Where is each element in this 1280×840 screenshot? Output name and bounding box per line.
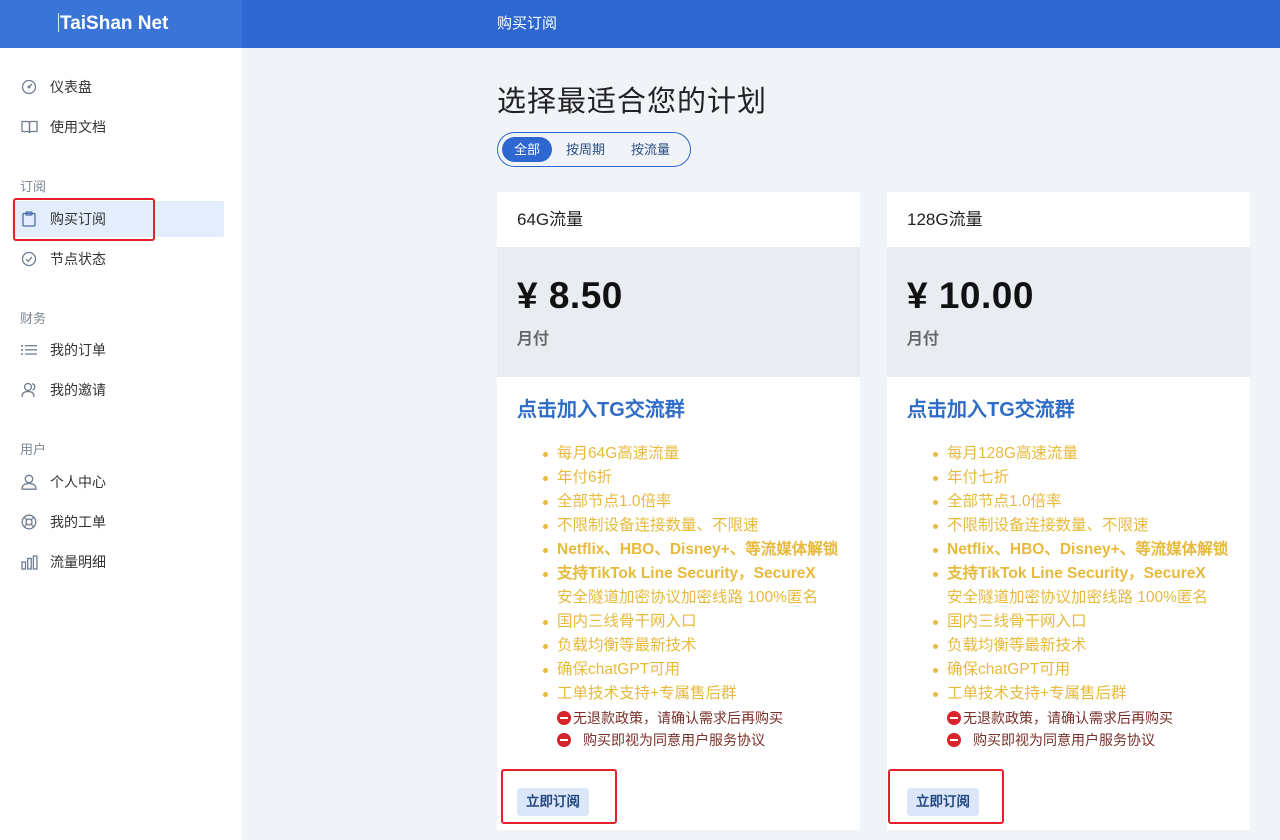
feature-item: 负载均衡等最新技术 xyxy=(543,634,840,658)
notice-list: 无退款政策，请确认需求后再购买 购买即视为同意用户服务协议 xyxy=(517,707,840,751)
nav-group-finance: 财务 xyxy=(20,311,47,326)
plan-price: ¥ 10.00 xyxy=(907,275,1034,316)
users-icon xyxy=(20,381,38,399)
sidebar-item-my-orders[interactable]: 我的订单 xyxy=(12,332,224,368)
nav-group-subscribe: 订阅 xyxy=(20,179,47,194)
feature-list: 每月128G高速流量 年付七折 全部节点1.0倍率 不限制设备连接数量、不限速 … xyxy=(907,442,1230,706)
sidebar-item-label: 节点状态 xyxy=(50,251,106,267)
feature-item: Netflix、HBO、Disney+、等流媒体解锁 xyxy=(933,538,1230,562)
feature-item: 安全隧道加密协议加密线路 100%匿名 xyxy=(557,589,818,606)
notice-text: 无退款政策，请确认需求后再购买 xyxy=(573,710,783,726)
notice-list: 无退款政策，请确认需求后再购买 购买即视为同意用户服务协议 xyxy=(907,707,1230,751)
sidebar-item-label: 仪表盘 xyxy=(50,79,92,95)
notice-text: 无退款政策，请确认需求后再购买 xyxy=(963,710,1173,726)
price-block: ¥ 8.50 月付 xyxy=(497,247,860,377)
brand-name: TaiShan Net xyxy=(60,13,169,34)
nav-group-user: 用户 xyxy=(20,442,47,457)
feature-item: Netflix、HBO、Disney+、等流媒体解锁 xyxy=(543,538,840,562)
sidebar-item-node-status[interactable]: 节点状态 xyxy=(12,241,224,277)
plan-name: 128G流量 xyxy=(907,210,983,229)
feature-list: 每月64G高速流量 年付6折 全部节点1.0倍率 不限制设备连接数量、不限速 N… xyxy=(517,442,840,706)
plan-card-64g: 64G流量 ¥ 8.50 月付 点击加入TG交流群 每月64G高速流量 年付6折… xyxy=(497,192,860,830)
feature-item: 工单技术支持+专属售后群 xyxy=(933,682,1230,706)
highlight-box-subscribe-1 xyxy=(501,769,617,824)
notice-agreement: 购买即视为同意用户服务协议 xyxy=(947,729,1230,751)
sidebar-item-label: 流量明细 xyxy=(50,554,106,570)
highlight-box-subscribe-2 xyxy=(888,769,1004,824)
feature-item: 负载均衡等最新技术 xyxy=(933,634,1230,658)
plan-card-128g: 128G流量 ¥ 10.00 月付 点击加入TG交流群 每月128G高速流量 年… xyxy=(887,192,1250,830)
sidebar: 仪表盘 使用文档 订阅 购买订阅 节点状态 财务 我的订单 我的邀请 用户 个人… xyxy=(0,48,242,840)
feature-item: 支持TikTok Line Security，SecureX xyxy=(543,562,840,586)
feature-item: 确保chatGPT可用 xyxy=(543,658,840,682)
notice-text: 购买即视为同意用户服务协议 xyxy=(583,732,765,748)
tg-group-link[interactable]: 点击加入TG交流群 xyxy=(907,393,1230,422)
feature-item: 安全隧道加密协议加密线路 100%匿名 xyxy=(947,589,1208,606)
top-bar: TaiShan Net 购买订阅 xyxy=(0,0,1280,48)
sidebar-item-label: 我的订单 xyxy=(50,342,106,358)
notice-agreement: 购买即视为同意用户服务协议 xyxy=(557,729,840,751)
sidebar-item-traffic-details[interactable]: 流量明细 xyxy=(12,544,224,580)
text-caret xyxy=(58,13,59,32)
filter-tab-by-period[interactable]: 按周期 xyxy=(554,137,617,162)
brand-logo[interactable]: TaiShan Net xyxy=(0,0,242,48)
feature-item: 全部节点1.0倍率 xyxy=(933,490,1230,514)
check-circle-icon xyxy=(20,250,38,268)
plan-period: 月付 xyxy=(907,331,940,348)
feature-item: 每月128G高速流量 xyxy=(933,442,1230,466)
no-entry-icon xyxy=(947,711,961,725)
no-entry-icon xyxy=(557,733,571,747)
bar-chart-icon xyxy=(20,553,38,571)
sidebar-item-label: 使用文档 xyxy=(50,119,106,135)
feature-item: 工单技术支持+专属售后群 xyxy=(543,682,840,706)
tg-group-link[interactable]: 点击加入TG交流群 xyxy=(517,393,840,422)
plan-price: ¥ 8.50 xyxy=(517,275,623,316)
user-icon xyxy=(20,473,38,491)
lifebuoy-icon xyxy=(20,513,38,531)
sidebar-item-docs[interactable]: 使用文档 xyxy=(12,109,224,145)
plan-name: 64G流量 xyxy=(517,210,584,229)
list-icon xyxy=(20,341,38,359)
book-icon xyxy=(20,118,38,136)
sidebar-item-profile[interactable]: 个人中心 xyxy=(12,464,224,500)
sidebar-item-label: 我的邀请 xyxy=(50,382,106,398)
sidebar-item-tickets[interactable]: 我的工单 xyxy=(12,504,224,540)
feature-item: 支持TikTok Line Security，SecureX xyxy=(933,562,1230,586)
filter-tab-all[interactable]: 全部 xyxy=(502,137,553,162)
price-block: ¥ 10.00 月付 xyxy=(887,247,1250,377)
no-entry-icon xyxy=(947,733,961,747)
sidebar-item-label: 我的工单 xyxy=(50,514,106,530)
header-page-title: 购买订阅 xyxy=(497,15,558,32)
notice-no-refund: 无退款政策，请确认需求后再购买 xyxy=(557,707,840,729)
page-heading: 选择最适合您的计划 xyxy=(497,86,768,118)
plan-filter-tabs: 全部 按周期 按流量 xyxy=(497,132,691,167)
feature-item: 国内三线骨干网入口 xyxy=(933,610,1230,634)
sidebar-item-dashboard[interactable]: 仪表盘 xyxy=(12,69,224,105)
feature-item: 年付七折 xyxy=(933,466,1230,490)
plan-period: 月付 xyxy=(517,331,550,348)
feature-item: 全部节点1.0倍率 xyxy=(543,490,840,514)
highlight-box-sidebar xyxy=(13,198,155,241)
feature-item: 国内三线骨干网入口 xyxy=(543,610,840,634)
notice-no-refund: 无退款政策，请确认需求后再购买 xyxy=(947,707,1230,729)
feature-item: 不限制设备连接数量、不限速 xyxy=(543,514,840,538)
dashboard-icon xyxy=(20,78,38,96)
no-entry-icon xyxy=(557,711,571,725)
feature-item: 年付6折 xyxy=(543,466,840,490)
filter-tab-by-traffic[interactable]: 按流量 xyxy=(619,137,682,162)
feature-item: 不限制设备连接数量、不限速 xyxy=(933,514,1230,538)
sidebar-item-my-invites[interactable]: 我的邀请 xyxy=(12,372,224,408)
sidebar-item-label: 个人中心 xyxy=(50,474,106,490)
feature-item: 确保chatGPT可用 xyxy=(933,658,1230,682)
feature-item: 每月64G高速流量 xyxy=(543,442,840,466)
notice-text: 购买即视为同意用户服务协议 xyxy=(973,732,1155,748)
